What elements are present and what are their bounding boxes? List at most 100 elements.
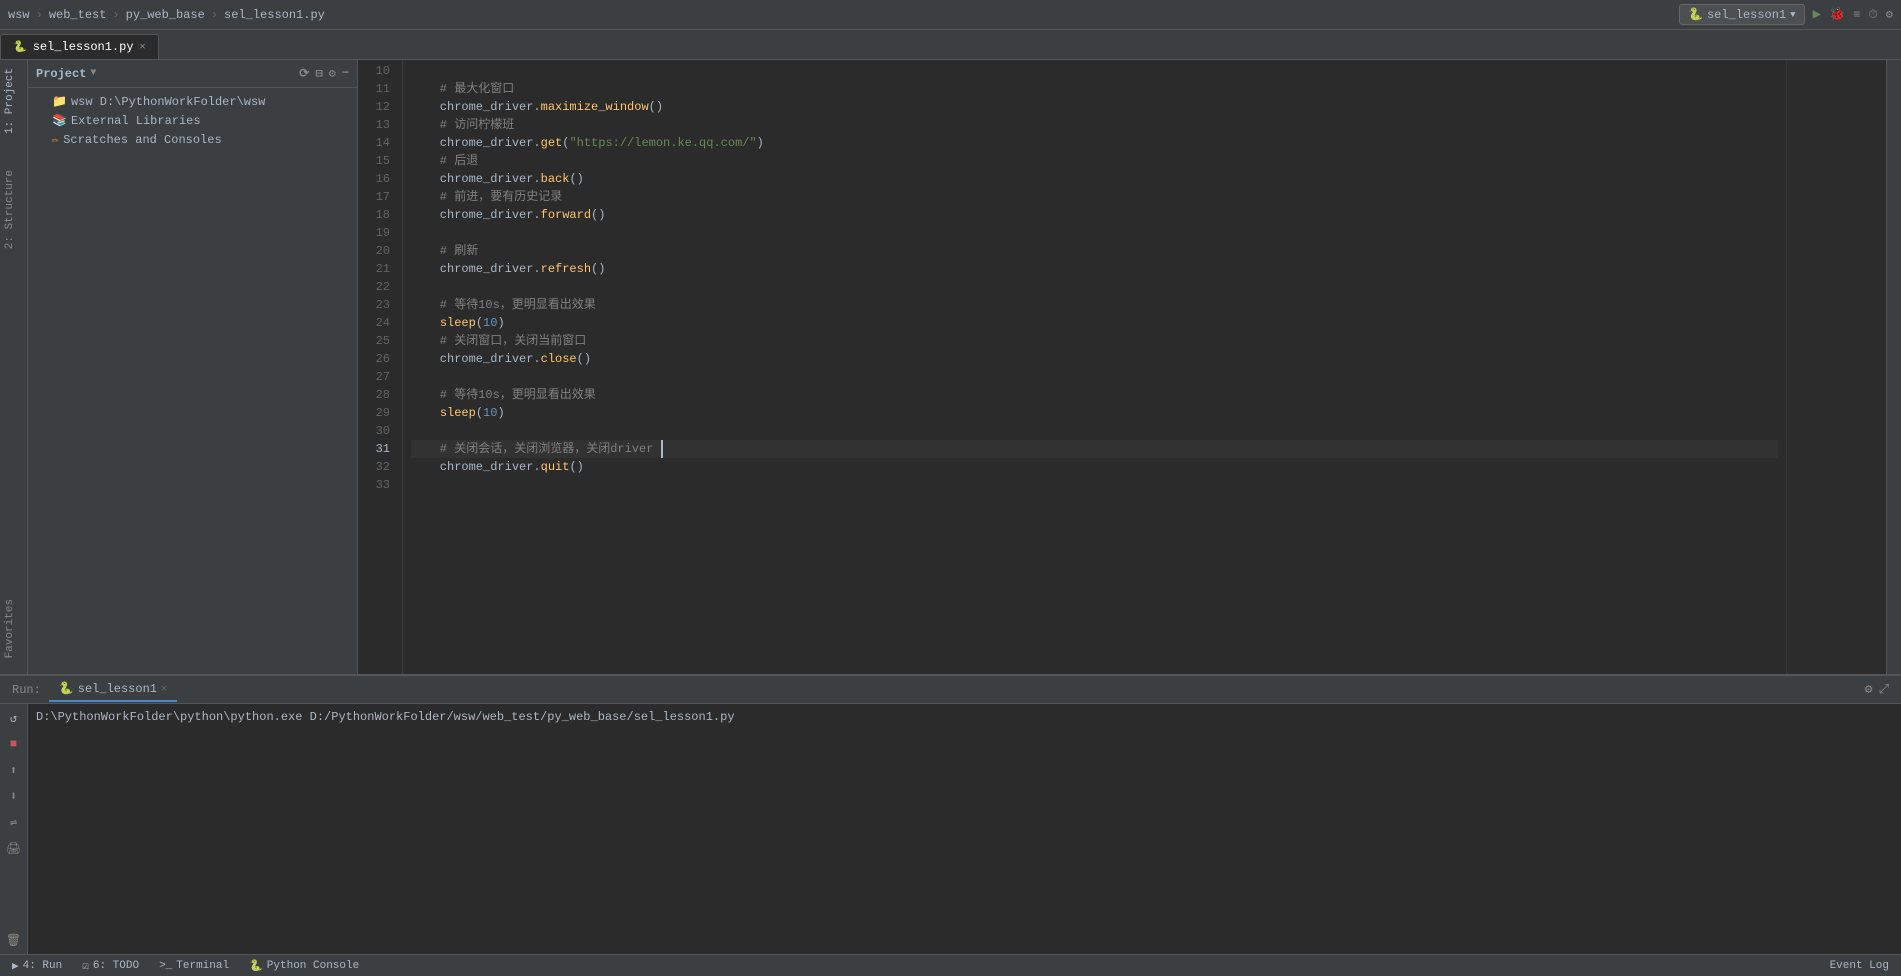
line-num-20: 20 xyxy=(366,242,394,260)
code-line-18: chrome_driver.forward() xyxy=(411,206,1778,224)
coverage-button[interactable]: ≡ xyxy=(1853,8,1860,22)
line-num-22: 22 xyxy=(366,278,394,296)
status-bar-right: Event Log xyxy=(1826,960,1893,972)
tree-item-scratches-label: Scratches and Consoles xyxy=(63,133,221,147)
line-num-12: 12 xyxy=(366,98,394,116)
tree-item-external-libraries[interactable]: 📚 External Libraries xyxy=(28,111,357,130)
minimap xyxy=(1786,60,1886,674)
python-console-icon: 🐍 xyxy=(249,959,263,973)
tab-label: sel_lesson1.py xyxy=(33,40,134,54)
project-collapse-icon[interactable]: ⊟ xyxy=(315,66,322,81)
status-todo[interactable]: ☑ 6: TODO xyxy=(78,959,143,973)
terminal-area[interactable]: D:\PythonWorkFolder\python\python.exe D:… xyxy=(28,704,1901,954)
code-line-22 xyxy=(411,278,1778,296)
breadcrumb-web_test[interactable]: web_test xyxy=(49,8,107,22)
project-tree: 📁 wsw D:\PythonWorkFolder\wsw 📚 External… xyxy=(28,88,357,674)
scroll-top-icon[interactable]: ⬆ xyxy=(4,760,24,780)
breadcrumb-py_web_base[interactable]: py_web_base xyxy=(126,8,205,22)
run-config[interactable]: 🐍 sel_lesson1 ▼ xyxy=(1679,4,1805,25)
run-icon: ▶ xyxy=(12,959,19,973)
tree-item-wsw-label: wsw D:\PythonWorkFolder\wsw xyxy=(71,95,265,109)
code-line-11: # 最大化窗口 xyxy=(411,80,1778,98)
sidebar-item-project[interactable]: 1: Project xyxy=(0,60,27,142)
settings-icon[interactable]: ⚙ xyxy=(1865,682,1873,697)
scratches-icon: ✏ xyxy=(52,132,59,147)
rerun-icon[interactable]: ↺ xyxy=(4,708,24,728)
run-tab-label: sel_lesson1 xyxy=(78,682,157,696)
left-activity-bar: 1: Project 2: Structure Favorites xyxy=(0,60,28,674)
line-num-28: 28 xyxy=(366,386,394,404)
code-line-24: sleep(10) xyxy=(411,314,1778,332)
code-line-25: # 关闭窗口，关闭当前窗口 xyxy=(411,332,1778,350)
status-terminal[interactable]: >_ Terminal xyxy=(155,960,233,972)
code-line-17: # 前进，要有历史记录 xyxy=(411,188,1778,206)
project-header-actions: ⟳ ⊟ ⚙ − xyxy=(299,66,349,81)
sidebar-item-structure[interactable]: 2: Structure xyxy=(0,162,27,257)
print-icon[interactable]: 🖨 xyxy=(4,838,24,858)
event-log-label: Event Log xyxy=(1830,960,1889,972)
project-header: Project ▼ ⟳ ⊟ ⚙ − xyxy=(28,60,357,88)
tab-sel-lesson1[interactable]: 🐍 sel_lesson1.py ✕ xyxy=(0,34,159,59)
status-run[interactable]: ▶ 4: Run xyxy=(8,959,66,973)
line-num-29: 29 xyxy=(366,404,394,422)
top-bar: wsw › web_test › py_web_base › sel_lesso… xyxy=(0,0,1901,30)
tree-item-wsw[interactable]: 📁 wsw D:\PythonWorkFolder\wsw xyxy=(28,92,357,111)
line-num-27: 27 xyxy=(366,368,394,386)
editor-area: 10 11 12 13 14 15 16 17 18 19 20 21 22 2… xyxy=(358,60,1901,674)
code-line-32: chrome_driver.quit() xyxy=(411,458,1778,476)
top-bar-right: 🐍 sel_lesson1 ▼ ▶ 🐞 ≡ ⏱ ⚙ xyxy=(1679,4,1893,25)
clear-icon[interactable]: 🗑 xyxy=(4,930,24,950)
breadcrumb-wsw[interactable]: wsw xyxy=(8,8,30,22)
code-line-13: # 访问柠檬班 xyxy=(411,116,1778,134)
run-tab-close[interactable]: ✕ xyxy=(161,683,167,695)
project-minimize-icon[interactable]: − xyxy=(342,66,349,81)
tab-sel-lesson1-run[interactable]: 🐍 sel_lesson1 ✕ xyxy=(49,677,177,702)
profile-button[interactable]: ⏱ xyxy=(1868,8,1877,22)
project-gear-icon[interactable]: ⚙ xyxy=(329,66,336,81)
sidebar-item-favorites[interactable]: Favorites xyxy=(0,591,27,666)
code-line-27 xyxy=(411,368,1778,386)
project-dropdown-icon[interactable]: ▼ xyxy=(90,68,96,79)
todo-icon: ☑ xyxy=(82,959,89,973)
terminal-command: D:\PythonWorkFolder\python\python.exe D:… xyxy=(36,708,1893,726)
line-num-16: 16 xyxy=(366,170,394,188)
run-label: Run: xyxy=(4,683,49,697)
project-sync-icon[interactable]: ⟳ xyxy=(299,66,309,81)
soft-wrap-icon[interactable]: ⇌ xyxy=(4,812,24,832)
line-num-23: 23 xyxy=(366,296,394,314)
code-line-21: chrome_driver.refresh() xyxy=(411,260,1778,278)
line-num-30: 30 xyxy=(366,422,394,440)
expand-icon[interactable]: ⤢ xyxy=(1879,682,1889,697)
status-event-log[interactable]: Event Log xyxy=(1826,960,1893,972)
code-line-33 xyxy=(411,476,1778,494)
code-content[interactable]: # 最大化窗口 chrome_driver.maximize_window() … xyxy=(403,60,1786,674)
bottom-tab-bar: Run: 🐍 sel_lesson1 ✕ ⚙ ⤢ xyxy=(0,676,1901,704)
terminal-label: Terminal xyxy=(176,960,229,972)
bottom-panel: Run: 🐍 sel_lesson1 ✕ ⚙ ⤢ ↺ ■ ⬆ ⬇ ⇌ 🖨 🗑 D… xyxy=(0,674,1901,954)
line-num-13: 13 xyxy=(366,116,394,134)
line-num-18: 18 xyxy=(366,206,394,224)
breadcrumb-file[interactable]: sel_lesson1.py xyxy=(224,8,325,22)
right-scrollbar[interactable] xyxy=(1886,60,1901,674)
code-line-29: sleep(10) xyxy=(411,404,1778,422)
bottom-content: ↺ ■ ⬆ ⬇ ⇌ 🖨 🗑 D:\PythonWorkFolder\python… xyxy=(0,704,1901,954)
stop-icon[interactable]: ■ xyxy=(4,734,24,754)
status-python-console[interactable]: 🐍 Python Console xyxy=(245,959,363,973)
line-num-10: 10 xyxy=(366,62,394,80)
debug-button[interactable]: 🐞 xyxy=(1829,7,1845,22)
line-numbers: 10 11 12 13 14 15 16 17 18 19 20 21 22 2… xyxy=(358,60,403,674)
tab-bar: 🐍 sel_lesson1.py ✕ xyxy=(0,30,1901,60)
bottom-sidebar: ↺ ■ ⬆ ⬇ ⇌ 🖨 🗑 xyxy=(0,704,28,954)
code-line-23: # 等待10s，更明显看出效果 xyxy=(411,296,1778,314)
status-bar-left: ▶ 4: Run ☑ 6: TODO >_ Terminal 🐍 Python … xyxy=(8,959,363,973)
settings-button[interactable]: ⚙ xyxy=(1886,7,1893,22)
tab-close-button[interactable]: ✕ xyxy=(140,41,146,53)
scroll-bottom-icon[interactable]: ⬇ xyxy=(4,786,24,806)
code-editor[interactable]: 10 11 12 13 14 15 16 17 18 19 20 21 22 2… xyxy=(358,60,1901,674)
line-num-26: 26 xyxy=(366,350,394,368)
tree-item-scratches[interactable]: ✏ Scratches and Consoles xyxy=(28,130,357,149)
run-button[interactable]: ▶ xyxy=(1813,6,1821,23)
line-num-21: 21 xyxy=(366,260,394,278)
project-panel: Project ▼ ⟳ ⊟ ⚙ − 📁 wsw D:\PythonWorkFol… xyxy=(28,60,358,674)
breadcrumbs: wsw › web_test › py_web_base › sel_lesso… xyxy=(8,8,325,22)
